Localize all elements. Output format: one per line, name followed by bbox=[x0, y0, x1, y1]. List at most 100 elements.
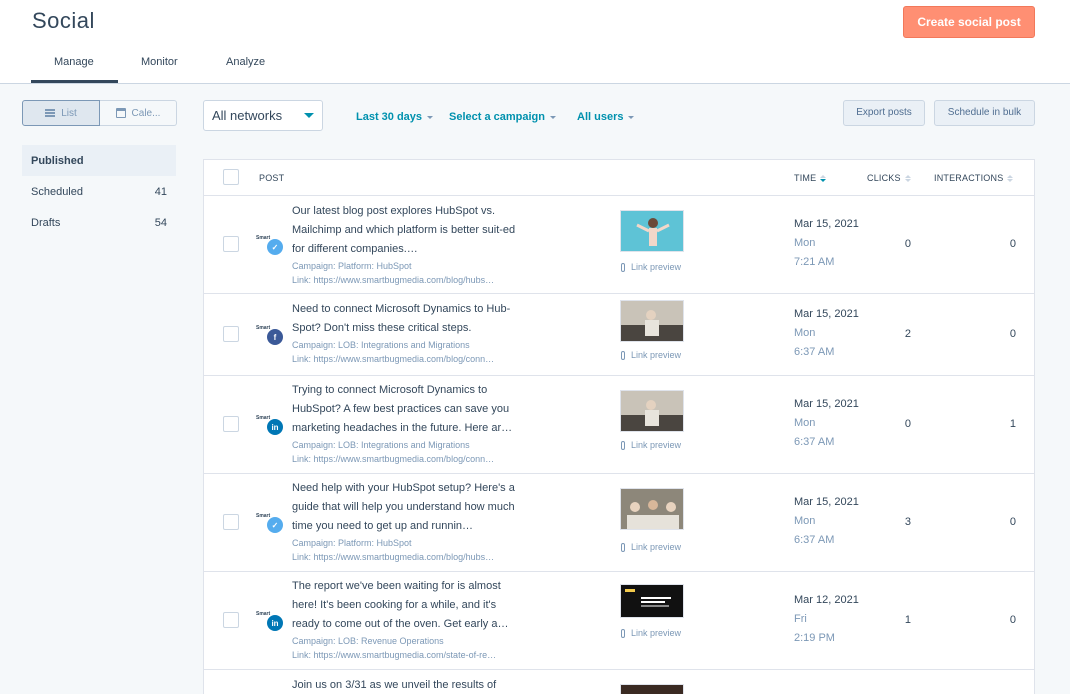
link-preview-button[interactable]: Link preview bbox=[621, 628, 681, 638]
sidebar-item-published[interactable]: Published bbox=[22, 145, 176, 176]
interactions-value: 0 bbox=[1009, 238, 1016, 250]
chevron-down-icon bbox=[427, 115, 434, 119]
link-preview-button[interactable]: Link preview bbox=[621, 350, 681, 360]
post-campaign: Campaign: Platform: HubSpot bbox=[292, 261, 412, 271]
link-preview-image[interactable] bbox=[620, 488, 684, 530]
sidebar-item-label: Drafts bbox=[31, 216, 61, 229]
clicks-value: 0 bbox=[904, 238, 911, 250]
post-link[interactable]: Link: https://www.smartbugmedia.com/stat… bbox=[292, 649, 526, 662]
post-campaign: Campaign: LOB: Revenue Operations bbox=[292, 636, 444, 646]
post-time: Mar 15, 2021 Mon 6:37 AM bbox=[794, 493, 859, 550]
post-text[interactable]: Our latest blog post explores HubSpot vs… bbox=[292, 202, 526, 259]
table-header: POST TIME CLICKS INTERACTIONS bbox=[204, 160, 1034, 196]
column-header-clicks-label: CLICKS bbox=[867, 173, 901, 183]
link-preview-label: Link preview bbox=[631, 440, 682, 450]
post-day: Mon bbox=[794, 515, 816, 527]
linkedin-icon: Smart in bbox=[256, 609, 284, 631]
list-view-button[interactable]: List bbox=[22, 100, 100, 126]
link-preview-label: Link preview bbox=[631, 262, 682, 272]
calendar-view-button[interactable]: Cale... bbox=[100, 100, 177, 126]
table-row[interactable]: Smart ✓ Our latest blog post explores Hu… bbox=[204, 196, 1034, 294]
sidebar-item-drafts[interactable]: Drafts 54 bbox=[22, 207, 176, 238]
page-title: Social bbox=[32, 8, 95, 33]
post-text[interactable]: Join us on 3/31 as we unveil the results… bbox=[292, 676, 526, 694]
table-row[interactable]: Smart in The report we've been waiting f… bbox=[204, 572, 1034, 670]
chevron-down-icon bbox=[550, 115, 556, 119]
column-header-time[interactable]: TIME bbox=[794, 173, 827, 183]
row-checkbox[interactable] bbox=[223, 416, 239, 432]
link-preview-button[interactable]: Link preview bbox=[621, 542, 681, 552]
linkedin-icon: Smart in bbox=[256, 413, 284, 435]
post-date: Mar 15, 2021 bbox=[794, 308, 859, 320]
post-text[interactable]: Need help with your HubSpot setup? Here'… bbox=[292, 479, 526, 536]
post-link[interactable]: Link: https://www.smartbugmedia.com/blog… bbox=[292, 453, 526, 466]
post-campaign: Campaign: LOB: Integrations and Migratio… bbox=[292, 440, 470, 450]
link-preview-image[interactable] bbox=[620, 684, 684, 694]
table-row[interactable]: Smart ✓ Need help with your HubSpot setu… bbox=[204, 474, 1034, 572]
link-icon bbox=[621, 440, 625, 450]
link-preview-label: Link preview bbox=[631, 628, 682, 638]
post-day: Fri bbox=[794, 613, 807, 625]
post-link[interactable]: Link: https://www.smartbugmedia.com/blog… bbox=[292, 353, 526, 366]
schedule-in-bulk-button[interactable]: Schedule in bulk bbox=[934, 100, 1035, 126]
post-time: Mar 15, 2021 Mon 6:37 AM bbox=[794, 305, 859, 362]
post-clock: 2:19 PM bbox=[794, 632, 835, 644]
twitter-icon: Smart ✓ bbox=[256, 233, 284, 255]
post-clock: 6:37 AM bbox=[794, 436, 835, 448]
users-filter[interactable]: All users bbox=[577, 111, 635, 123]
tab-monitor[interactable]: Monitor bbox=[141, 56, 178, 68]
row-checkbox[interactable] bbox=[223, 514, 239, 530]
post-link[interactable]: Link: https://www.smartbugmedia.com/blog… bbox=[292, 551, 526, 564]
clicks-value: 0 bbox=[904, 418, 911, 430]
table-row[interactable]: Join us on 3/31 as we unveil the results… bbox=[204, 670, 1034, 694]
post-text[interactable]: Trying to connect Microsoft Dynamics to … bbox=[292, 381, 526, 438]
twitter-icon: Smart ✓ bbox=[256, 511, 284, 533]
table-row[interactable]: Smart f Need to connect Microsoft Dynami… bbox=[204, 294, 1034, 376]
post-time: Mar 15, 2021 Mon 7:21 AM bbox=[794, 215, 859, 272]
row-checkbox[interactable] bbox=[223, 326, 239, 342]
sidebar-item-label: Scheduled bbox=[31, 185, 83, 198]
table-row[interactable]: Smart in Trying to connect Microsoft Dyn… bbox=[204, 376, 1034, 474]
clicks-value: 2 bbox=[904, 328, 911, 340]
facebook-icon: Smart f bbox=[256, 323, 284, 345]
link-preview-image[interactable] bbox=[620, 300, 684, 342]
link-preview-button[interactable]: Link preview bbox=[621, 262, 681, 272]
clicks-value: 1 bbox=[904, 614, 911, 626]
post-clock: 6:37 AM bbox=[794, 534, 835, 546]
row-checkbox[interactable] bbox=[223, 612, 239, 628]
column-header-time-label: TIME bbox=[794, 173, 817, 183]
view-toggle: List Cale... bbox=[22, 100, 177, 126]
post-date: Mar 15, 2021 bbox=[794, 218, 859, 230]
select-all-checkbox[interactable] bbox=[223, 169, 239, 185]
column-header-clicks[interactable]: CLICKS bbox=[867, 173, 911, 183]
date-range-filter[interactable]: Last 30 days bbox=[356, 111, 434, 123]
link-preview-image[interactable] bbox=[620, 584, 684, 618]
link-icon bbox=[621, 628, 625, 638]
clicks-value: 3 bbox=[904, 516, 911, 528]
post-link[interactable]: Link: https://www.smartbugmedia.com/blog… bbox=[292, 274, 526, 287]
link-preview-image[interactable] bbox=[620, 390, 684, 432]
create-social-post-button[interactable]: Create social post bbox=[903, 6, 1035, 38]
post-date: Mar 12, 2021 bbox=[794, 594, 859, 606]
post-text[interactable]: Need to connect Microsoft Dynamics to Hu… bbox=[292, 300, 526, 338]
calendar-view-label: Cale... bbox=[131, 107, 161, 119]
sort-icon bbox=[904, 174, 911, 182]
sort-icon bbox=[1007, 174, 1014, 182]
post-text[interactable]: The report we've been waiting for is alm… bbox=[292, 577, 526, 634]
sidebar-item-scheduled[interactable]: Scheduled 41 bbox=[22, 176, 176, 207]
sort-icon bbox=[820, 174, 827, 182]
link-preview-image[interactable] bbox=[620, 210, 684, 252]
export-posts-button[interactable]: Export posts bbox=[843, 100, 925, 126]
link-preview-label: Link preview bbox=[631, 542, 682, 552]
post-clock: 7:21 AM bbox=[794, 256, 835, 268]
link-preview-label: Link preview bbox=[631, 350, 682, 360]
tab-manage[interactable]: Manage bbox=[54, 56, 94, 68]
row-checkbox[interactable] bbox=[223, 236, 239, 252]
tab-analyze[interactable]: Analyze bbox=[226, 56, 265, 68]
network-select[interactable]: All networks bbox=[203, 100, 323, 131]
column-header-interactions[interactable]: INTERACTIONS bbox=[934, 173, 1014, 183]
network-select-value: All networks bbox=[212, 108, 283, 123]
campaign-filter[interactable]: Select a campaign bbox=[449, 111, 556, 123]
posts-table: POST TIME CLICKS INTERACTIONS Smart ✓ Ou… bbox=[203, 159, 1035, 694]
link-preview-button[interactable]: Link preview bbox=[621, 440, 681, 450]
